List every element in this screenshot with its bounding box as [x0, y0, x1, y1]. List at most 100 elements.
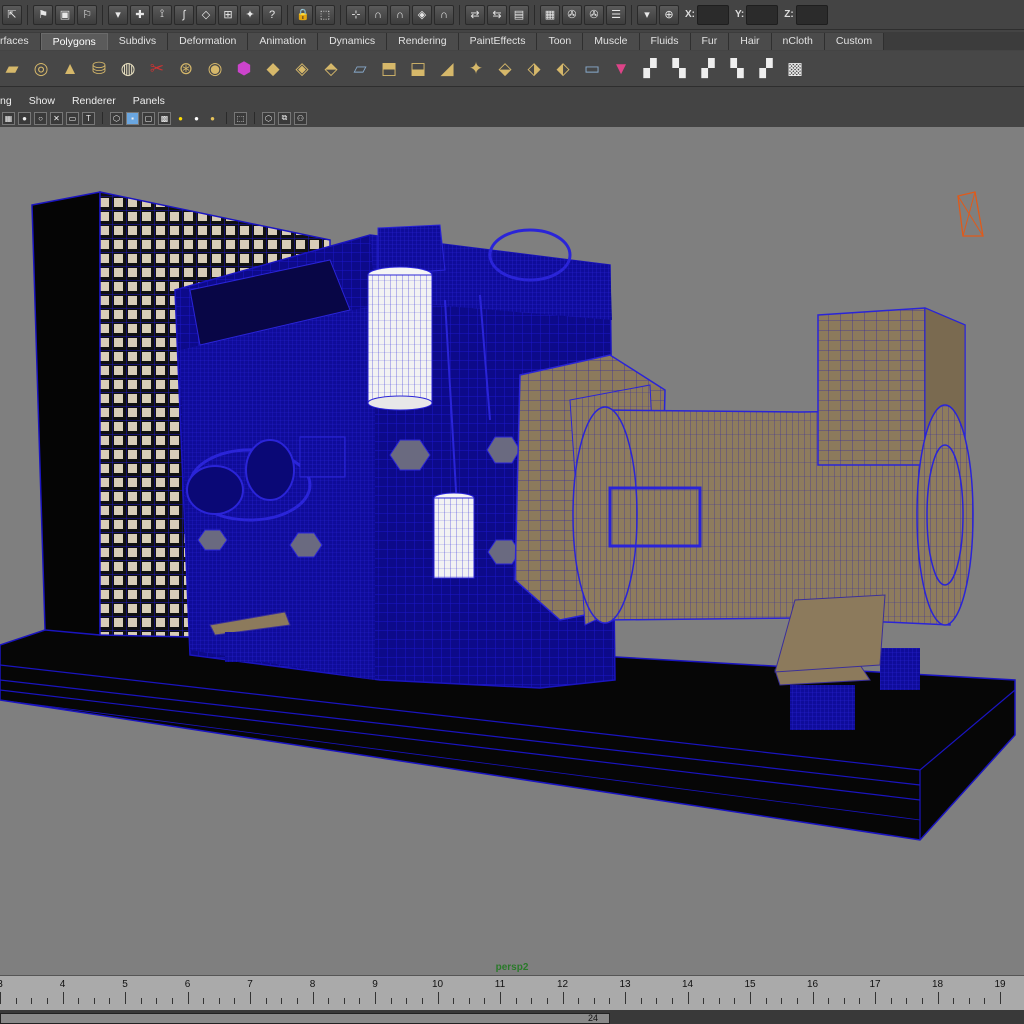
- shelf-tab[interactable]: nCloth: [771, 33, 825, 50]
- bridge-icon[interactable]: ⬓: [406, 57, 430, 81]
- poly-soccer-ball-icon[interactable]: ◉: [203, 57, 227, 81]
- shelf-tab[interactable]: Deformation: [168, 33, 249, 50]
- shelf-tab[interactable]: Fur: [690, 33, 730, 50]
- smooth-icon[interactable]: ▱: [348, 57, 372, 81]
- grease-pencil-icon[interactable]: ▭: [66, 111, 79, 125]
- coord-x-field[interactable]: [697, 4, 729, 25]
- poly-cylinder-icon[interactable]: ⛁: [87, 57, 111, 81]
- select-surfaces-icon[interactable]: ◇: [196, 4, 216, 25]
- share-icon[interactable]: ⚇: [294, 111, 307, 125]
- panel-menu-item[interactable]: Renderer: [72, 95, 116, 107]
- highlight-selection-icon[interactable]: ⬚: [315, 4, 335, 25]
- planar-mapping-icon[interactable]: ▭: [580, 57, 604, 81]
- poly-platonic-icon[interactable]: ⬢: [232, 57, 256, 81]
- shelf-tab[interactable]: Fluids: [639, 33, 691, 50]
- select-rendering-icon[interactable]: ?: [262, 4, 282, 25]
- camera-attributes-icon[interactable]: ▦: [2, 111, 15, 125]
- coord-z-field[interactable]: [795, 4, 828, 25]
- shelf-tab[interactable]: Hair: [729, 33, 772, 50]
- uv-texture-editor-icon[interactable]: ▞: [638, 57, 662, 81]
- render-current-frame-icon[interactable]: ✇: [562, 4, 582, 25]
- construction-history-icon[interactable]: ⇆: [487, 4, 507, 25]
- shelf-tab[interactable]: rfaces: [0, 33, 41, 50]
- snap-to-curves-icon[interactable]: ∩: [368, 4, 388, 25]
- poly-sphere-icon[interactable]: ◍: [116, 57, 140, 81]
- poly-helix-icon[interactable]: ⊛: [174, 57, 198, 81]
- split-polygon-icon[interactable]: ✦: [464, 57, 488, 81]
- checker-texture-icon[interactable]: ▩: [783, 57, 807, 81]
- shelf-tab[interactable]: Custom: [824, 33, 885, 50]
- image-plane-icon[interactable]: ○: [34, 111, 47, 125]
- render-view-icon[interactable]: ▦: [540, 4, 560, 25]
- combine-icon[interactable]: ◆: [261, 57, 285, 81]
- shelf-tab[interactable]: Rendering: [387, 33, 459, 50]
- transform-mode-icon[interactable]: ▾: [637, 4, 657, 25]
- select-by-component-icon[interactable]: ⚐: [77, 4, 97, 25]
- time-slider[interactable]: 3 4 5 6 7 8 9 10 11 12 13 14 15 16 17 18 19: [0, 975, 1024, 1010]
- cylindrical-mapping-icon[interactable]: ▚: [667, 57, 691, 81]
- history-toggle-icon[interactable]: ▤: [509, 4, 529, 25]
- wireframe-on-shaded-icon[interactable]: ▢: [142, 111, 155, 125]
- poly-torus-icon[interactable]: ◎: [29, 57, 53, 81]
- selection-mask-icon[interactable]: ▾: [108, 4, 128, 25]
- poly-pipe-icon[interactable]: ✂: [145, 57, 169, 81]
- layout-uvs-icon[interactable]: ▚: [725, 57, 749, 81]
- poly-plane-icon[interactable]: ▰: [0, 57, 24, 81]
- separate-icon[interactable]: ◈: [290, 57, 314, 81]
- extrude-icon[interactable]: ⬒: [377, 57, 401, 81]
- ipr-render-icon[interactable]: ✇: [584, 4, 604, 25]
- make-live-icon[interactable]: ∩: [434, 4, 454, 25]
- select-deformations-icon[interactable]: ⊞: [218, 4, 238, 25]
- select-by-hierarchy-icon[interactable]: ⚑: [33, 4, 53, 25]
- shelf-tab[interactable]: Polygons: [40, 33, 108, 50]
- textured-icon[interactable]: ▩: [158, 111, 171, 125]
- poly-pyramid-icon[interactable]: ▲: [58, 57, 82, 81]
- insert-edge-loop-icon[interactable]: ⬙: [493, 57, 517, 81]
- snap-to-grids-icon[interactable]: ⊹: [346, 4, 366, 25]
- shadows-icon[interactable]: ●: [190, 112, 203, 125]
- snap-to-points-icon[interactable]: ∩: [390, 4, 410, 25]
- snap-to-view-planes-icon[interactable]: ◈: [412, 4, 432, 25]
- select-hierarchy-icon[interactable]: ⇱: [2, 4, 22, 25]
- shelf-tab[interactable]: Muscle: [583, 33, 640, 50]
- grid-toggle-icon[interactable]: T: [82, 111, 95, 125]
- shelf-tab[interactable]: Toon: [537, 33, 584, 50]
- panel-menu-item[interactable]: ng: [0, 95, 12, 107]
- high-quality-icon[interactable]: ●: [206, 112, 219, 125]
- unfold-uvs-icon[interactable]: ▞: [754, 57, 778, 81]
- cut-faces-icon[interactable]: ⬖: [551, 57, 575, 81]
- range-slider[interactable]: 24: [0, 1010, 1024, 1024]
- offset-edge-loop-icon[interactable]: ⬗: [522, 57, 546, 81]
- coord-y-field[interactable]: [746, 4, 779, 25]
- wireframe-icon[interactable]: ⬡: [110, 111, 123, 125]
- xray-joints-icon[interactable]: ⧉: [278, 111, 291, 125]
- shelf-tab[interactable]: PaintEffects: [458, 33, 538, 50]
- use-all-lights-icon[interactable]: ●: [174, 112, 187, 125]
- spherical-mapping-icon[interactable]: ▞: [696, 57, 720, 81]
- render-settings-icon[interactable]: ☰: [606, 4, 626, 25]
- select-by-object-icon[interactable]: ▣: [55, 4, 75, 25]
- select-joints-icon[interactable]: ⟟: [152, 4, 172, 25]
- panel-menu-item[interactable]: Show: [29, 95, 55, 107]
- lock-selection-icon[interactable]: 🔒: [293, 4, 313, 25]
- automatic-mapping-icon[interactable]: ▼: [609, 57, 633, 81]
- xray-icon[interactable]: ⬡: [262, 111, 275, 125]
- extract-icon[interactable]: ⬘: [319, 57, 343, 81]
- select-handles-icon[interactable]: ✚: [130, 4, 150, 25]
- shelf-tab[interactable]: Animation: [248, 33, 319, 50]
- panel-menu-item[interactable]: Panels: [133, 95, 165, 107]
- isolate-select-icon[interactable]: ⬚: [234, 111, 247, 125]
- shelf-tab[interactable]: Subdivs: [107, 33, 169, 50]
- shelf-tab[interactable]: Dynamics: [318, 33, 388, 50]
- range-slider-handle[interactable]: [0, 1013, 610, 1024]
- time-minor-tick: [781, 998, 783, 1004]
- select-dynamics-icon[interactable]: ✦: [240, 4, 260, 25]
- smooth-shade-icon[interactable]: ▪: [126, 111, 139, 125]
- two-d-pan-zoom-icon[interactable]: ✕: [50, 111, 63, 125]
- camera-bookmark-icon[interactable]: ●: [18, 111, 31, 125]
- absolute-transform-icon[interactable]: ⊕: [659, 4, 679, 25]
- append-polygon-icon[interactable]: ◢: [435, 57, 459, 81]
- select-curves-icon[interactable]: ∫: [174, 4, 194, 25]
- input-output-icon[interactable]: ⇄: [465, 4, 485, 25]
- persp-viewport[interactable]: persp2: [0, 127, 1024, 975]
